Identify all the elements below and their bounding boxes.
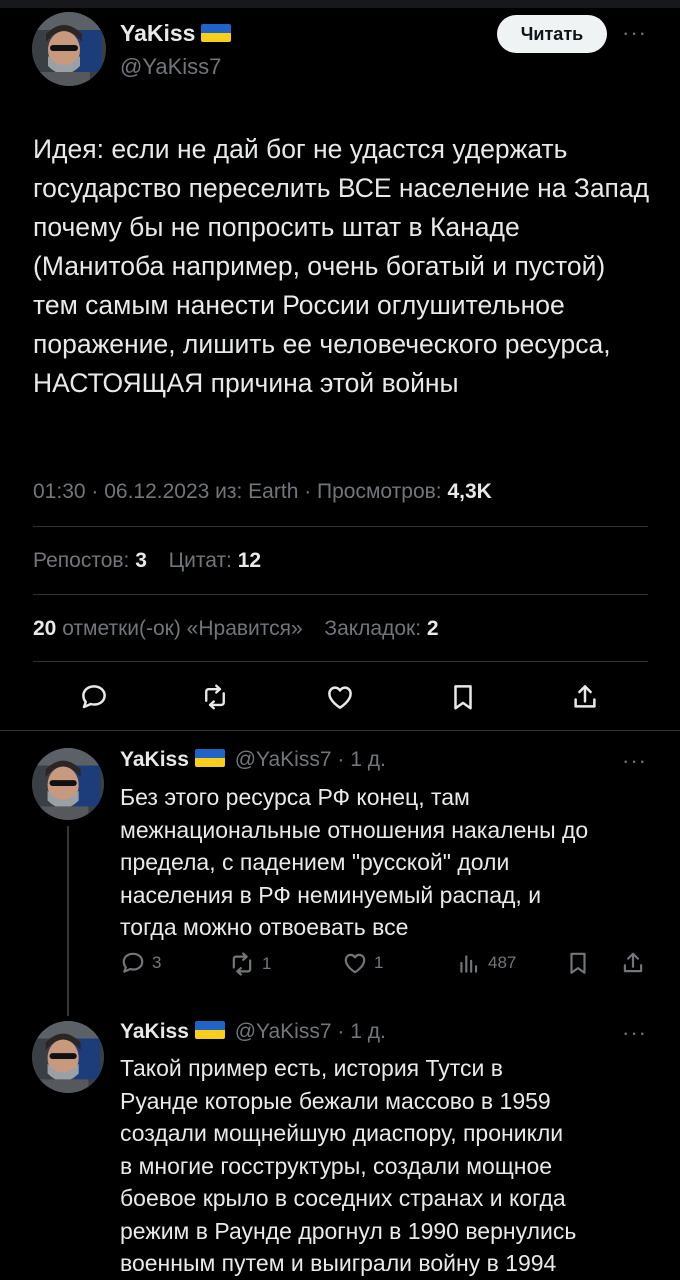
reply-text: Без этого ресурса РФ конец, там межнацио… <box>120 784 589 940</box>
reply-header: YaKiss @YaKiss7 · 1 д. <box>120 1020 386 1044</box>
more-icon[interactable]: ··· <box>622 1020 647 1046</box>
likes-label: отметки(-ок) «Нравится» <box>56 617 303 640</box>
author-name[interactable]: YaKiss <box>120 20 232 47</box>
flag-ukraine-icon <box>201 23 232 42</box>
divider <box>33 526 648 527</box>
likes-stat[interactable]: 20 отметки(-ок) «Нравится» <box>33 617 303 640</box>
tweet-timestamp-source[interactable]: 01:30 · 06.12.2023 из: Earth · Просмотро… <box>33 480 447 503</box>
tweet-meta: 01:30 · 06.12.2023 из: Earth · Просмотро… <box>33 480 492 504</box>
bookmark-icon[interactable] <box>448 682 478 712</box>
like-icon[interactable] <box>325 682 355 712</box>
reposts-label: Репостов: <box>33 549 136 572</box>
handle-time[interactable]: @YaKiss7 · 1 д. <box>235 748 386 771</box>
views-count: 4,3K <box>447 480 492 503</box>
divider <box>33 594 648 595</box>
views-button[interactable]: 487 <box>456 950 516 976</box>
follow-button[interactable]: Читать <box>497 15 607 53</box>
author-handle[interactable]: @YaKiss7 <box>120 54 221 80</box>
flag-ukraine-icon <box>194 749 225 768</box>
like-button[interactable]: 1 <box>342 950 383 976</box>
views-icon <box>460 955 478 973</box>
avatar[interactable] <box>32 1021 104 1093</box>
author-name-text[interactable]: YaKiss <box>120 20 195 46</box>
reply-button[interactable]: 3 <box>120 950 161 976</box>
repost-quote-stats: Репостов: 3 Цитат: 12 <box>33 549 261 573</box>
bookmark-icon <box>570 952 586 974</box>
more-icon[interactable]: ··· <box>622 748 647 774</box>
tweet-actions <box>0 668 680 728</box>
bookmark-button[interactable] <box>565 950 591 976</box>
reply-header: YaKiss @YaKiss7 · 1 д. <box>120 748 386 772</box>
avatar[interactable] <box>32 12 106 86</box>
repost-button[interactable]: 1 <box>228 950 271 978</box>
repost-count: 1 <box>262 954 272 973</box>
reply-actions: 3 1 1 487 <box>120 950 660 986</box>
reply-icon[interactable] <box>79 682 109 712</box>
quotes-stat[interactable]: Цитат: 12 <box>169 549 262 572</box>
top-strip <box>0 0 680 8</box>
share-button[interactable] <box>620 950 646 976</box>
reply-icon <box>122 952 144 973</box>
thread-line <box>67 826 69 1016</box>
repost-icon[interactable] <box>200 682 230 712</box>
avatar[interactable] <box>32 748 104 820</box>
avatar-image <box>32 748 104 820</box>
views-count: 487 <box>488 953 517 972</box>
bookmarks-label: Закладок: <box>324 617 427 640</box>
share-icon <box>623 952 643 973</box>
bookmarks-count: 2 <box>426 617 439 640</box>
repost-icon <box>232 952 252 976</box>
likes-count: 20 <box>33 617 57 640</box>
reply-count: 3 <box>152 953 162 972</box>
reply-text: Такой пример есть, история Тутси в Руанд… <box>120 1055 577 1276</box>
share-icon[interactable] <box>570 682 600 712</box>
handle-time[interactable]: @YaKiss7 · 1 д. <box>235 1020 386 1043</box>
quotes-count: 12 <box>237 549 262 572</box>
more-icon[interactable]: ··· <box>622 20 647 46</box>
divider <box>0 730 680 731</box>
bookmarks-stat[interactable]: Закладок: 2 <box>324 617 438 640</box>
avatar-image <box>32 12 106 86</box>
likes-bookmarks-stats: 20 отметки(-ок) «Нравится» Закладок: 2 <box>33 617 439 641</box>
flag-ukraine-icon <box>194 1021 225 1040</box>
author-name[interactable]: YaKiss <box>120 1020 189 1043</box>
quotes-label: Цитат: <box>168 549 238 572</box>
reposts-count: 3 <box>135 549 147 572</box>
divider <box>33 661 648 662</box>
author-name[interactable]: YaKiss <box>120 748 189 771</box>
tweet-text: Идея: если не дай бог не удастся удержат… <box>33 134 650 398</box>
like-count: 1 <box>374 953 384 972</box>
avatar-image <box>32 1021 104 1093</box>
like-icon <box>344 953 366 974</box>
reposts-stat[interactable]: Репостов: 3 <box>33 549 147 572</box>
